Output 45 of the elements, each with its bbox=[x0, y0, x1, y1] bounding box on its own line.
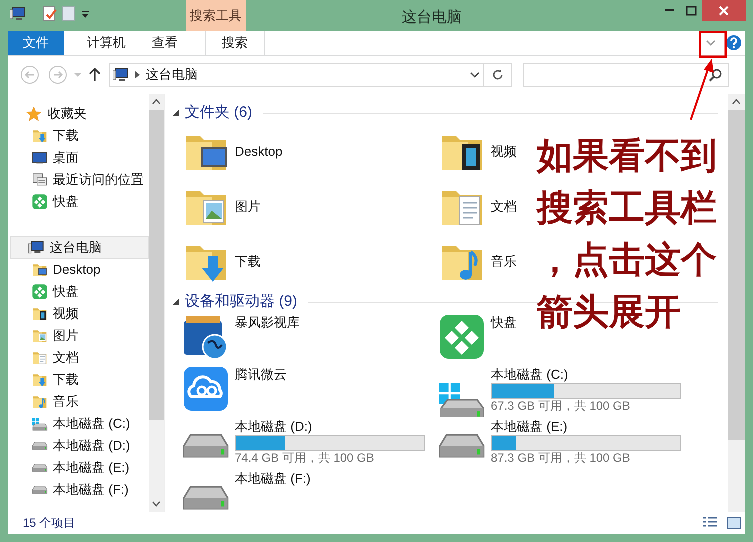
nav-item[interactable]: 快盘 bbox=[8, 191, 149, 213]
item-label: 图片 bbox=[235, 198, 261, 214]
nav-item[interactable]: 收藏夹 bbox=[8, 102, 149, 125]
nav-item[interactable]: 文档 bbox=[8, 347, 149, 369]
annotation-text: 如果看不到搜索工具栏，点击这个箭头展开 bbox=[537, 134, 718, 334]
item-label: 下载 bbox=[235, 254, 261, 270]
nav-item[interactable]: 音乐 bbox=[8, 391, 149, 413]
item-label: 暴风影视库 bbox=[235, 315, 300, 331]
address-field[interactable]: 这台电脑 bbox=[109, 63, 484, 87]
item-label: 快盘 bbox=[491, 315, 517, 331]
item-label: 音乐 bbox=[491, 254, 517, 270]
item-label: Desktop bbox=[235, 144, 283, 160]
ribbon-tab[interactable]: 文件 bbox=[8, 31, 64, 55]
nav-item[interactable]: 本地磁盘 (E:) bbox=[8, 457, 149, 479]
ribbon-tab[interactable]: 计算机 bbox=[76, 31, 137, 55]
nav-item[interactable]: 本地磁盘 (F:) bbox=[8, 479, 149, 501]
free-space-text: 74.4 GB 可用，共 100 GB bbox=[235, 451, 376, 466]
item-label: 本地磁盘 (E:) bbox=[491, 419, 569, 435]
nav-item[interactable]: 这台电脑 bbox=[10, 236, 149, 259]
nav-item[interactable]: 视频 bbox=[8, 303, 149, 325]
nav-item[interactable]: 下载 bbox=[8, 369, 149, 391]
item-label: 视频 bbox=[491, 144, 517, 160]
group-header[interactable]: 文件夹 (6) bbox=[185, 102, 252, 124]
nav-item[interactable]: 本地磁盘 (D:) bbox=[8, 435, 149, 457]
free-space-text: 87.3 GB 可用，共 100 GB bbox=[491, 451, 632, 466]
ribbon-tab[interactable]: 搜索 bbox=[205, 31, 265, 55]
ribbon-tab[interactable]: 查看 bbox=[141, 31, 189, 55]
nav-item[interactable]: 最近访问的位置 bbox=[8, 169, 149, 191]
item-label: 腾讯微云 bbox=[235, 367, 287, 383]
window-title: 这台电脑 bbox=[402, 8, 462, 28]
item-label: 文档 bbox=[491, 198, 517, 214]
nav-item[interactable]: 本地磁盘 (C:) bbox=[8, 413, 149, 435]
nav-item[interactable]: 图片 bbox=[8, 325, 149, 347]
item-label: 本地磁盘 (C:) bbox=[491, 367, 570, 383]
nav-item[interactable]: 快盘 bbox=[8, 281, 149, 303]
item-label: 本地磁盘 (D:) bbox=[235, 419, 314, 435]
group-header[interactable]: 设备和驱动器 (9) bbox=[185, 290, 298, 314]
nav-item[interactable]: Desktop bbox=[8, 259, 149, 281]
item-label: 本地磁盘 (F:) bbox=[235, 471, 311, 487]
nav-item[interactable]: 下载 bbox=[8, 125, 149, 147]
nav-item[interactable]: 桌面 bbox=[8, 147, 149, 169]
item-count: 15 个项目 bbox=[23, 515, 76, 532]
free-space-text: 67.3 GB 可用，共 100 GB bbox=[491, 399, 632, 414]
context-tab-header: 搜索工具 bbox=[186, 0, 246, 31]
address-path: 这台电脑 bbox=[146, 66, 199, 84]
